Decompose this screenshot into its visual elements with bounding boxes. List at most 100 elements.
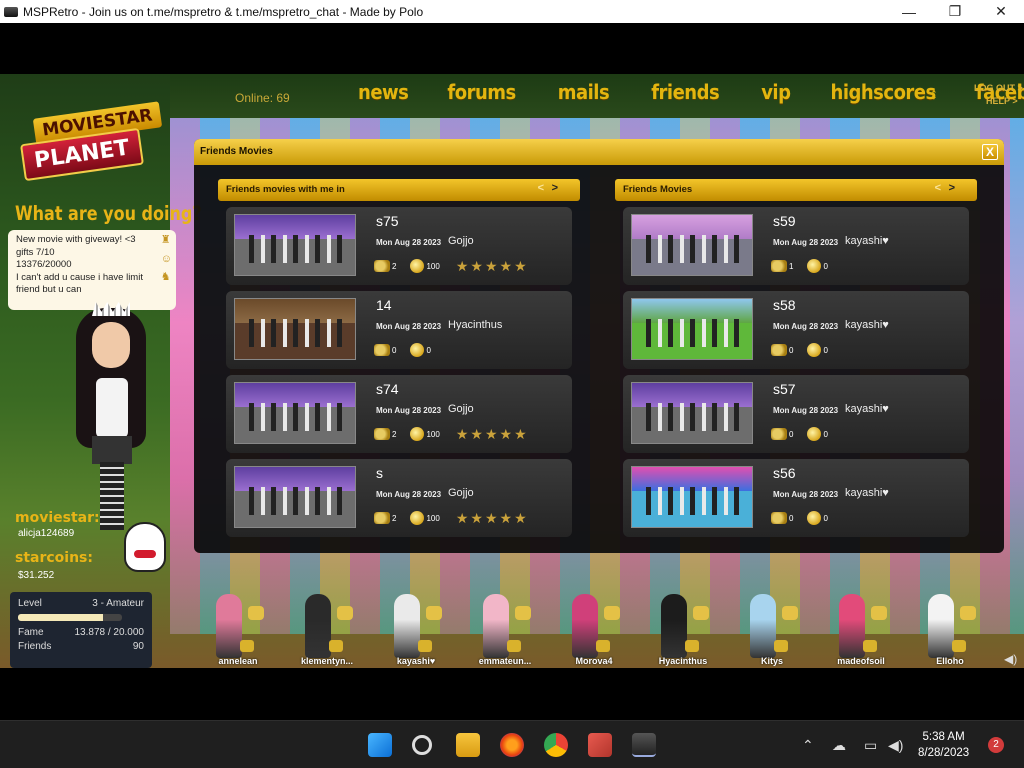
movie-card[interactable]: s59 Mon Aug 28 2023 kayashi♥ 1 0 xyxy=(623,207,969,285)
movie-author[interactable]: kayashi♥ xyxy=(845,235,889,247)
friend-avatar[interactable]: Elloho xyxy=(900,592,980,668)
nav-friends[interactable]: friends xyxy=(651,80,720,104)
gift-icon[interactable] xyxy=(507,640,521,652)
friend-avatar[interactable]: Kitys xyxy=(722,592,802,668)
movie-card[interactable]: s57 Mon Aug 28 2023 kayashi♥ 0 0 xyxy=(623,375,969,453)
movie-title[interactable]: 14 xyxy=(376,297,392,313)
chat-bubble-icon[interactable] xyxy=(960,606,976,620)
pet-icon[interactable]: ♞ xyxy=(161,271,172,284)
gift-icon[interactable] xyxy=(329,640,343,652)
network-icon[interactable]: ▭ xyxy=(864,737,877,754)
friend-avatar[interactable]: kayashi♥ xyxy=(366,592,446,668)
nav-vip[interactable]: vip xyxy=(761,80,791,104)
friend-avatar[interactable]: emmateun... xyxy=(455,592,535,668)
movie-title[interactable]: s74 xyxy=(376,381,399,397)
close-window-button[interactable]: ✕ xyxy=(978,0,1024,23)
movie-card[interactable]: 14 Mon Aug 28 2023 Hyacinthus 0 0 xyxy=(226,291,572,369)
movie-thumbnail[interactable] xyxy=(234,382,356,444)
speaker-icon[interactable]: ◀) xyxy=(888,737,903,754)
prev-page-button[interactable]: < xyxy=(935,182,941,194)
app-icon-red[interactable] xyxy=(588,733,612,757)
movie-title[interactable]: s xyxy=(376,465,383,481)
friend-avatar[interactable]: annelean xyxy=(188,592,268,668)
gift-icon[interactable] xyxy=(418,640,432,652)
gift-icon[interactable] xyxy=(863,640,877,652)
movie-author[interactable]: Gojjo xyxy=(448,487,474,499)
chat-bubble-icon[interactable] xyxy=(426,606,442,620)
movie-thumbnail[interactable] xyxy=(234,298,356,360)
close-dialog-button[interactable]: X xyxy=(982,144,998,160)
chat-bubble-icon[interactable] xyxy=(515,606,531,620)
chevron-up-icon[interactable]: ⌃ xyxy=(802,737,814,754)
nav-forums[interactable]: forums xyxy=(447,80,516,104)
next-page-button[interactable]: > xyxy=(949,182,955,194)
next-page-button[interactable]: > xyxy=(552,182,558,194)
movie-card[interactable]: s74 Mon Aug 28 2023 Gojjo 2 100 ★ ★ ★ ★ ★ xyxy=(226,375,572,453)
file-explorer-icon[interactable] xyxy=(456,733,480,757)
movie-author[interactable]: Hyacinthus xyxy=(448,319,502,331)
movie-author[interactable]: kayashi♥ xyxy=(845,487,889,499)
maximize-button[interactable]: ❐ xyxy=(932,0,978,23)
movie-thumbnail[interactable] xyxy=(631,214,753,276)
friend-name: Morova4 xyxy=(575,656,613,666)
movie-thumbnail[interactable] xyxy=(631,466,753,528)
movie-title[interactable]: s75 xyxy=(376,213,399,229)
movie-author[interactable]: Gojjo xyxy=(448,403,474,415)
mspretro-taskbar-icon[interactable] xyxy=(632,733,656,757)
avatar-boots xyxy=(100,462,124,530)
help-link[interactable]: HELP > xyxy=(974,95,1023,108)
gift-icon[interactable] xyxy=(952,640,966,652)
nav-mails[interactable]: mails xyxy=(558,80,610,104)
pet-dog-icon[interactable] xyxy=(124,522,166,572)
system-clock[interactable]: 5:38 AM 8/28/2023 xyxy=(918,729,969,761)
search-icon[interactable] xyxy=(412,735,432,755)
chat-bubble-icon[interactable] xyxy=(604,606,620,620)
chrome-icon[interactable] xyxy=(544,733,568,757)
notification-badge[interactable]: 2 xyxy=(988,737,1004,753)
views-count: 2 xyxy=(392,261,397,271)
logout-link[interactable]: LOG OUT > xyxy=(974,82,1023,95)
nav-news[interactable]: news xyxy=(358,80,409,104)
chat-bubble-icon[interactable] xyxy=(337,606,353,620)
movie-title[interactable]: s58 xyxy=(773,297,796,313)
player-avatar[interactable] xyxy=(70,298,160,538)
friend-avatar[interactable]: klementyn... xyxy=(277,592,357,668)
movie-thumbnail[interactable] xyxy=(234,466,356,528)
movie-author[interactable]: Gojjo xyxy=(448,235,474,247)
resize-arrows-icon[interactable]: ↕ xyxy=(930,86,938,104)
gift-icon[interactable] xyxy=(685,640,699,652)
trophy-icon[interactable]: ♜ xyxy=(161,234,172,247)
chat-bubble-icon[interactable] xyxy=(248,606,264,620)
start-icon[interactable] xyxy=(368,733,392,757)
prev-page-button[interactable]: < xyxy=(538,182,544,194)
movie-card[interactable]: s75 Mon Aug 28 2023 Gojjo 2 100 ★ ★ ★ ★ ★ xyxy=(226,207,572,285)
minimize-button[interactable]: — xyxy=(886,0,932,23)
firefox-icon[interactable] xyxy=(500,733,524,757)
movie-author[interactable]: kayashi♥ xyxy=(845,319,889,331)
gift-icon[interactable] xyxy=(774,640,788,652)
movie-thumbnail[interactable] xyxy=(631,382,753,444)
movie-thumbnail[interactable] xyxy=(234,214,356,276)
movie-title[interactable]: s57 xyxy=(773,381,796,397)
volume-icon[interactable]: ◀) xyxy=(1004,652,1017,666)
movie-card[interactable]: s Mon Aug 28 2023 Gojjo 2 100 ★ ★ ★ ★ ★ xyxy=(226,459,572,537)
cloud-offline-icon[interactable]: ☁ xyxy=(832,737,846,754)
friend-avatar[interactable]: Hyacinthus xyxy=(633,592,713,668)
chat-bubble-icon[interactable] xyxy=(871,606,887,620)
movie-thumbnail[interactable] xyxy=(631,298,753,360)
smiley-icon[interactable]: ☺ xyxy=(161,253,172,266)
friend-avatar[interactable]: madeofsoil xyxy=(811,592,891,668)
friend-avatar[interactable]: Morova4 xyxy=(544,592,624,668)
nav-highscores[interactable]: highscores xyxy=(831,80,937,104)
online-friends-strip: annelean klementyn... kayashi♥ emmateun.… xyxy=(188,592,1024,668)
thumbnail-characters xyxy=(646,319,740,347)
movie-author[interactable]: kayashi♥ xyxy=(845,403,889,415)
movie-title[interactable]: s59 xyxy=(773,213,796,229)
chat-bubble-icon[interactable] xyxy=(782,606,798,620)
movie-title[interactable]: s56 xyxy=(773,465,796,481)
chat-bubble-icon[interactable] xyxy=(693,606,709,620)
gift-icon[interactable] xyxy=(596,640,610,652)
movie-card[interactable]: s56 Mon Aug 28 2023 kayashi♥ 0 0 xyxy=(623,459,969,537)
gift-icon[interactable] xyxy=(240,640,254,652)
movie-card[interactable]: s58 Mon Aug 28 2023 kayashi♥ 0 0 xyxy=(623,291,969,369)
